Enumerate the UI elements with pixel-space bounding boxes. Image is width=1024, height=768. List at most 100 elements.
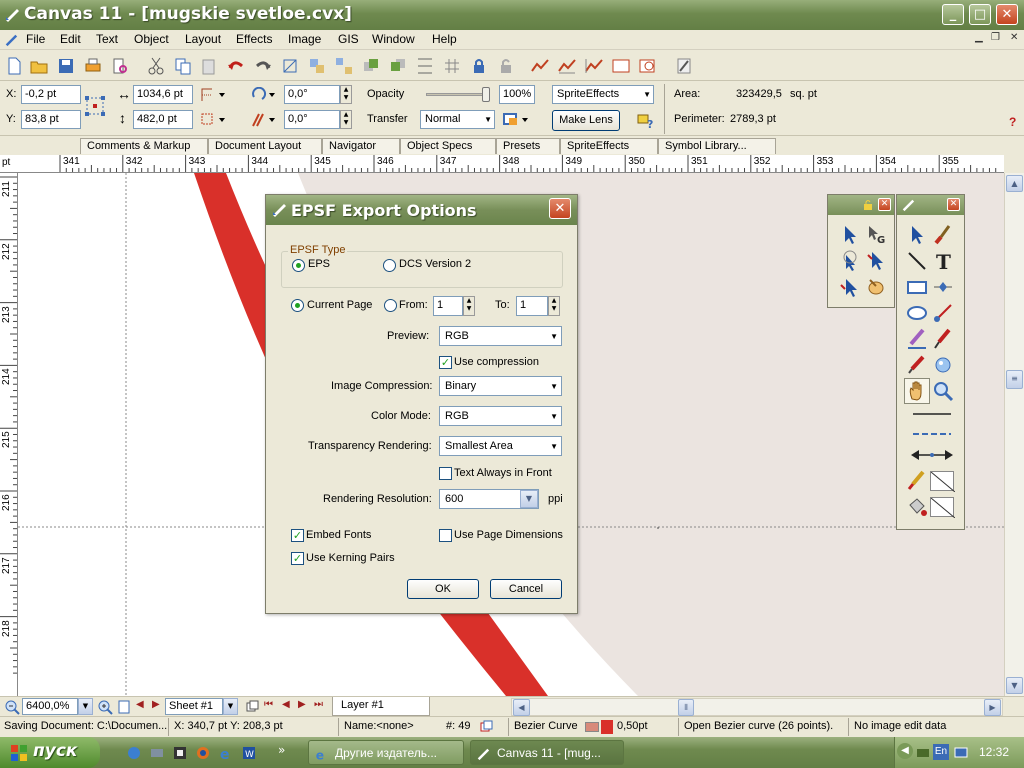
vertical-ruler[interactable]: 211 212 213 214 215 216 217 218 — [0, 173, 18, 696]
resolution-dropdown-button[interactable]: ▼ — [520, 490, 538, 508]
y-position-field[interactable]: 83,8 pt — [21, 110, 81, 129]
layers-icon[interactable] — [246, 700, 260, 714]
skew-icon[interactable] — [250, 112, 280, 128]
prev-sheet-icon[interactable]: ◀ — [136, 699, 144, 710]
tab-comments-markup[interactable]: Comments & Markup — [80, 138, 208, 154]
rotate-icon[interactable] — [250, 87, 280, 103]
next-layer-icon[interactable]: ▶ — [298, 699, 306, 710]
effects-select[interactable]: SpriteEffects ▼ — [552, 85, 654, 104]
direct-select-icon[interactable] — [864, 249, 888, 273]
eyedropper-icon[interactable] — [931, 327, 955, 351]
rectangle-tool-icon[interactable] — [905, 275, 929, 299]
tray-expand-icon[interactable]: ◀ — [897, 743, 913, 759]
kerning-checkbox[interactable]: ✓ — [291, 552, 304, 565]
tray-monitor-icon[interactable] — [953, 745, 969, 761]
hand-pan-icon[interactable] — [905, 379, 929, 403]
rotation-field[interactable]: 0,0° — [284, 85, 340, 104]
layer-tab[interactable]: Layer #1 — [332, 697, 430, 716]
distort-icon[interactable] — [200, 112, 226, 128]
minimize-button[interactable]: _ — [942, 4, 964, 25]
grid-icon[interactable] — [442, 56, 462, 76]
sheet-dropdown-button[interactable]: ▼ — [223, 698, 238, 715]
chart-area-icon[interactable] — [584, 56, 604, 76]
prev-layer-icon[interactable]: ◀ — [282, 699, 290, 710]
sheet-select[interactable]: Sheet #1 — [165, 698, 223, 715]
pen-color-swatch[interactable] — [930, 471, 956, 493]
dialog-close-button[interactable]: ✕ — [549, 198, 571, 219]
to-page-spinner[interactable]: ▲ ▼ — [548, 296, 560, 316]
pen-color-icon[interactable] — [905, 469, 929, 493]
menu-help[interactable]: Help — [432, 32, 457, 46]
width-field[interactable]: 1034,6 pt — [133, 85, 193, 104]
use-page-dims-checkbox[interactable] — [439, 529, 452, 542]
from-page-spinner[interactable]: ▲ ▼ — [463, 296, 475, 316]
save-icon[interactable] — [56, 56, 76, 76]
undo-icon[interactable] — [226, 56, 246, 76]
tab-object-specs[interactable]: Object Specs — [400, 138, 496, 154]
document-icon[interactable] — [4, 33, 18, 47]
last-layer-icon[interactable]: ⏭ — [314, 699, 323, 710]
hand-grab-icon[interactable] — [864, 275, 888, 299]
flip-icon[interactable] — [200, 87, 226, 103]
stroke-color-swatch[interactable] — [601, 720, 613, 734]
rotate-select-icon[interactable] — [838, 275, 862, 299]
menu-text[interactable]: Text — [96, 32, 118, 46]
ellipse-tool-icon[interactable] — [905, 301, 929, 325]
pencil-tool-icon[interactable] — [905, 327, 929, 351]
align-icon[interactable] — [415, 56, 435, 76]
select-arrow-icon[interactable] — [905, 223, 929, 247]
chart-bar-icon[interactable] — [557, 56, 577, 76]
page-icon[interactable] — [117, 700, 131, 714]
sprite-effect-icon[interactable] — [931, 353, 955, 377]
embed-fonts-checkbox[interactable]: ✓ — [291, 529, 304, 542]
new-document-icon[interactable] — [4, 56, 24, 76]
cut-icon[interactable] — [146, 56, 166, 76]
lens-help-icon[interactable]: ? — [636, 111, 656, 131]
menu-gis[interactable]: GIS — [338, 32, 359, 46]
palette-close-button[interactable]: ✕ — [878, 198, 891, 211]
marker-tool-icon[interactable] — [905, 353, 929, 377]
open-folder-icon[interactable] — [29, 56, 49, 76]
print-preview-icon[interactable] — [110, 56, 130, 76]
quicklaunch-more-icon[interactable]: » — [278, 743, 285, 757]
settings-wrench-icon[interactable] — [674, 56, 694, 76]
chart-line-icon[interactable] — [530, 56, 550, 76]
text-tool-icon[interactable]: T — [931, 249, 955, 273]
tab-symbol-library[interactable]: Symbol Library... — [658, 138, 776, 154]
bring-front-icon[interactable] — [361, 56, 381, 76]
quicklaunch-word-icon[interactable]: W — [241, 745, 257, 761]
lasso-select-icon[interactable] — [838, 249, 862, 273]
magnify-chart-icon[interactable] — [638, 56, 658, 76]
opacity-field[interactable]: 100% — [499, 85, 535, 104]
scroll-up-button[interactable]: ▲ — [1006, 175, 1023, 192]
maximize-button[interactable]: □ — [969, 4, 991, 25]
copy-icon[interactable] — [173, 56, 193, 76]
quicklaunch-firefox-icon[interactable] — [195, 745, 211, 761]
menu-window[interactable]: Window — [372, 32, 415, 46]
quicklaunch-browser-icon[interactable] — [126, 745, 142, 761]
color-mode-select[interactable]: RGB ▼ — [439, 406, 562, 426]
anchor-point-icon[interactable] — [84, 95, 106, 117]
menu-object[interactable]: Object — [134, 32, 169, 46]
arrowhead-style-icon[interactable] — [911, 449, 953, 461]
window-title-bar[interactable]: Canvas 11 - [mugskie svetloe.cvx] _ □ ✕ — [0, 0, 1024, 30]
horizontal-scrollbar[interactable]: ◀ ⫴ ▶ — [511, 698, 1003, 716]
fill-color-swatch[interactable] — [930, 497, 956, 519]
color-swatch-icon[interactable] — [502, 111, 532, 129]
scroll-thumb[interactable]: ≡ — [1006, 370, 1023, 389]
from-radio[interactable] — [384, 299, 397, 312]
group-icon[interactable] — [307, 56, 327, 76]
pin-icon[interactable] — [862, 199, 874, 211]
x-position-field[interactable]: -0,2 pt — [21, 85, 81, 104]
dimension-tool-icon[interactable] — [931, 301, 955, 325]
start-button[interactable]: пуск — [0, 737, 100, 768]
use-compression-checkbox[interactable]: ✓ — [439, 356, 452, 369]
ungroup-icon[interactable] — [334, 56, 354, 76]
tab-document-layout[interactable]: Document Layout — [208, 138, 322, 154]
first-layer-icon[interactable]: ⏮ — [264, 699, 273, 710]
close-button[interactable]: ✕ — [996, 4, 1018, 25]
eps-radio[interactable] — [292, 259, 305, 272]
dcs-radio[interactable] — [383, 259, 396, 272]
help-icon[interactable]: ? — [1009, 115, 1016, 129]
skew-field[interactable]: 0,0° — [284, 110, 340, 129]
